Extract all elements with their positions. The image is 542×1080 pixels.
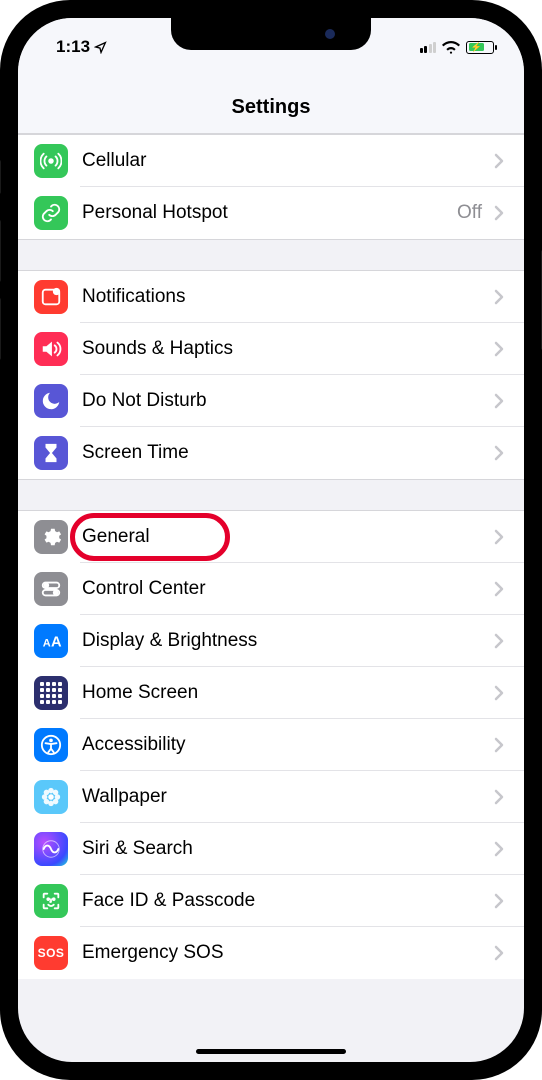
row-label: Home Screen (82, 682, 488, 704)
switches-icon (34, 572, 68, 606)
status-right: ⚡ (420, 40, 495, 54)
row-sos[interactable]: SOS Emergency SOS (18, 927, 524, 979)
row-faceid[interactable]: Face ID & Passcode (18, 875, 524, 927)
chevron-right-icon (488, 581, 510, 597)
accessibility-icon (34, 728, 68, 762)
chevron-right-icon (488, 153, 510, 169)
row-label: Sounds & Haptics (82, 338, 488, 360)
home-indicator[interactable] (196, 1049, 346, 1054)
chevron-right-icon (488, 893, 510, 909)
row-detail: Off (457, 202, 482, 224)
chevron-right-icon (488, 529, 510, 545)
row-label: Notifications (82, 286, 488, 308)
settings-group: Notifications Sounds & Haptics Do Not Di… (18, 270, 524, 480)
camera-dot (325, 29, 335, 39)
flower-icon (34, 780, 68, 814)
row-homescreen[interactable]: Home Screen (18, 667, 524, 719)
row-wallpaper[interactable]: Wallpaper (18, 771, 524, 823)
speaker-icon (34, 332, 68, 366)
chevron-right-icon (488, 737, 510, 753)
volume-up-button[interactable] (0, 220, 1, 282)
chevron-right-icon (488, 393, 510, 409)
row-label: Screen Time (82, 442, 488, 464)
row-label: Do Not Disturb (82, 390, 488, 412)
row-accessibility[interactable]: Accessibility (18, 719, 524, 771)
row-sounds[interactable]: Sounds & Haptics (18, 323, 524, 375)
settings-group: Cellular Personal Hotspot Off (18, 134, 524, 240)
chevron-right-icon (488, 633, 510, 649)
location-icon (94, 41, 107, 54)
row-hotspot[interactable]: Personal Hotspot Off (18, 187, 524, 239)
row-screentime[interactable]: Screen Time (18, 427, 524, 479)
status-time: 1:13 (56, 37, 107, 57)
hourglass-icon (34, 436, 68, 470)
row-label: Face ID & Passcode (82, 890, 488, 912)
svg-text:A: A (51, 635, 62, 651)
mute-switch[interactable] (0, 160, 1, 194)
settings-header: Settings (18, 66, 524, 134)
notch (171, 18, 371, 50)
page-title: Settings (18, 96, 524, 119)
row-notifications[interactable]: Notifications (18, 271, 524, 323)
row-label: Cellular (82, 150, 488, 172)
chevron-right-icon (488, 341, 510, 357)
volume-down-button[interactable] (0, 298, 1, 360)
cellular-signal-icon (420, 41, 437, 53)
chevron-right-icon (488, 945, 510, 961)
gear-icon (34, 520, 68, 554)
chevron-right-icon (488, 205, 510, 221)
phone-frame: 1:13 ⚡ Settings Cellular Personal Hotspo… (0, 0, 542, 1080)
row-label: Accessibility (82, 734, 488, 756)
textsize-icon: AA (34, 624, 68, 658)
settings-list[interactable]: Cellular Personal Hotspot Off Notificati… (18, 134, 524, 979)
row-siri[interactable]: Siri & Search (18, 823, 524, 875)
chevron-right-icon (488, 445, 510, 461)
grid-icon (34, 676, 68, 710)
row-controlcenter[interactable]: Control Center (18, 563, 524, 615)
moon-icon (34, 384, 68, 418)
row-dnd[interactable]: Do Not Disturb (18, 375, 524, 427)
row-label: Personal Hotspot (82, 202, 457, 224)
sos-icon: SOS (34, 936, 68, 970)
row-cellular[interactable]: Cellular (18, 135, 524, 187)
siri-icon (34, 832, 68, 866)
wifi-icon (442, 40, 460, 54)
row-label: Siri & Search (82, 838, 488, 860)
row-label: Display & Brightness (82, 630, 488, 652)
row-label: Wallpaper (82, 786, 488, 808)
row-label: General (82, 526, 488, 548)
chevron-right-icon (488, 685, 510, 701)
svg-text:A: A (43, 638, 51, 650)
chevron-right-icon (488, 289, 510, 305)
faceid-icon (34, 884, 68, 918)
row-display[interactable]: AA Display & Brightness (18, 615, 524, 667)
row-label: Control Center (82, 578, 488, 600)
antenna-icon (34, 144, 68, 178)
notification-icon (34, 280, 68, 314)
screen: 1:13 ⚡ Settings Cellular Personal Hotspo… (18, 18, 524, 1062)
chevron-right-icon (488, 789, 510, 805)
row-label: Emergency SOS (82, 942, 488, 964)
time-text: 1:13 (56, 37, 90, 57)
chevron-right-icon (488, 841, 510, 857)
settings-group: General Control Center AA Display & Brig… (18, 510, 524, 979)
battery-icon: ⚡ (466, 41, 494, 54)
row-general[interactable]: General (18, 511, 524, 563)
link-icon (34, 196, 68, 230)
